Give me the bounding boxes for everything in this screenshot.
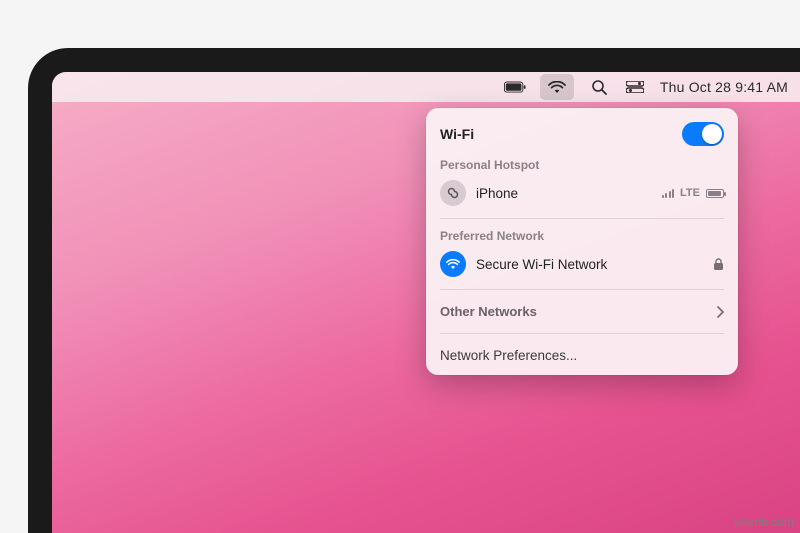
hotspot-battery-icon — [706, 189, 724, 198]
battery-icon[interactable] — [504, 76, 526, 98]
wifi-header: Wi-Fi — [426, 116, 738, 154]
hotspot-carrier: LTE — [680, 187, 700, 199]
divider — [440, 218, 724, 219]
chevron-right-icon — [716, 306, 724, 318]
menubar: Thu Oct 28 9:41 AM — [52, 72, 800, 102]
preferred-section-label: Preferred Network — [426, 225, 738, 245]
page: Thu Oct 28 9:41 AM Wi-Fi Personal Hotspo… — [0, 0, 800, 533]
control-center-icon[interactable] — [624, 76, 646, 98]
wifi-toggle[interactable] — [682, 122, 724, 146]
hotspot-section-label: Personal Hotspot — [426, 154, 738, 174]
wifi-menubar-icon[interactable] — [540, 74, 574, 100]
hotspot-name: iPhone — [476, 186, 652, 201]
other-networks-label: Other Networks — [440, 304, 537, 319]
divider — [440, 289, 724, 290]
network-preferences-row[interactable]: Network Preferences... — [426, 340, 738, 369]
hotspot-signal-meta: LTE — [662, 187, 724, 199]
signal-bars-icon — [662, 188, 675, 198]
divider — [440, 333, 724, 334]
hotspot-icon — [440, 180, 466, 206]
preferred-network-item[interactable]: Secure Wi-Fi Network — [426, 245, 738, 283]
other-networks-row[interactable]: Other Networks — [426, 296, 738, 327]
lock-icon — [713, 258, 724, 271]
network-preferences-label: Network Preferences... — [440, 348, 577, 363]
wifi-title: Wi-Fi — [440, 126, 474, 142]
desktop: Thu Oct 28 9:41 AM Wi-Fi Personal Hotspo… — [52, 72, 800, 533]
watermark: wsxdn.com — [734, 515, 794, 529]
wifi-popover: Wi-Fi Personal Hotspot iPhone LTE Pre — [426, 108, 738, 375]
menubar-datetime[interactable]: Thu Oct 28 9:41 AM — [660, 79, 788, 95]
wifi-network-icon — [440, 251, 466, 277]
spotlight-search-icon[interactable] — [588, 76, 610, 98]
hotspot-item[interactable]: iPhone LTE — [426, 174, 738, 212]
preferred-network-name: Secure Wi-Fi Network — [476, 257, 703, 272]
